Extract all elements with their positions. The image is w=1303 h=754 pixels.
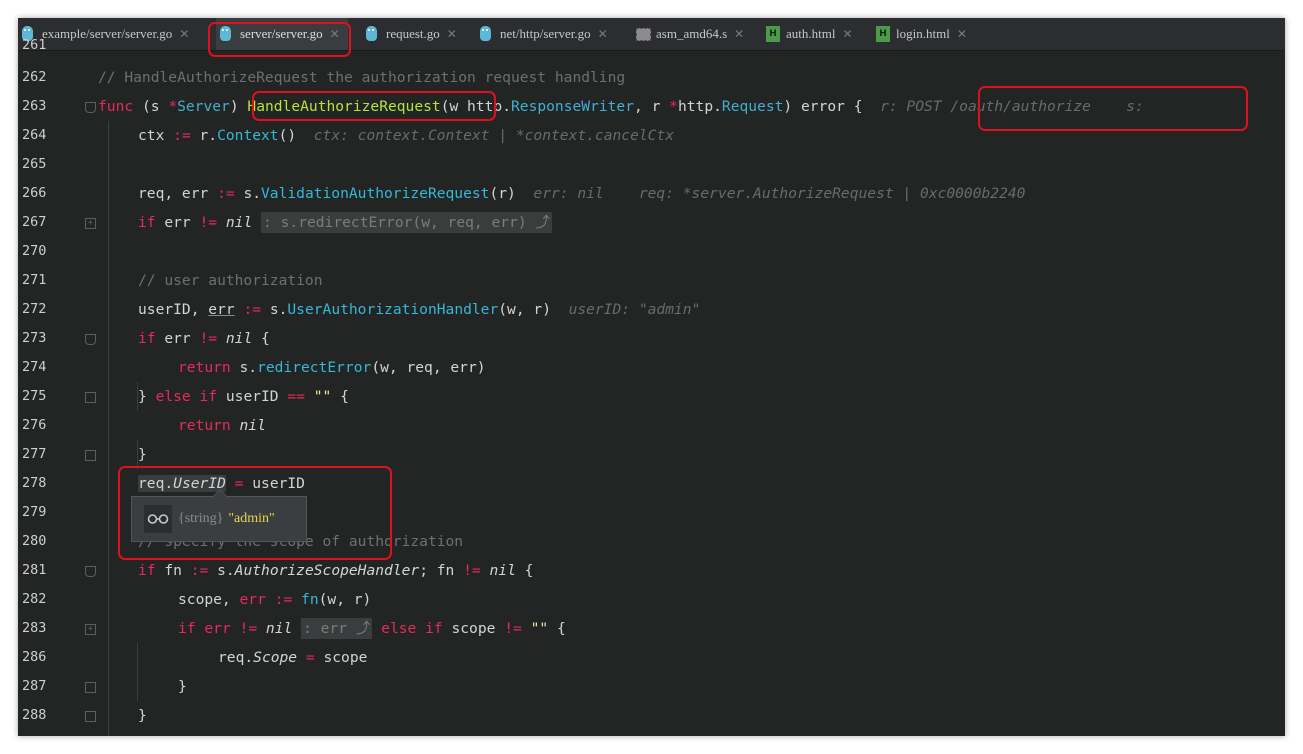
line-number: 275	[22, 388, 47, 404]
code-editor[interactable]: 261 262 263 264 265 266 267 270 271 272 …	[18, 37, 1285, 736]
tooltip-type: {string}	[178, 511, 224, 526]
tab-label: example/server/server.go	[42, 26, 173, 41]
line-number: 276	[22, 417, 47, 433]
fold-toggle-icon[interactable]	[85, 334, 96, 345]
line-number: 273	[22, 330, 47, 346]
tab-label: asm_amd64.s	[656, 26, 728, 41]
code-line-271: // user authorization	[138, 272, 323, 289]
tab-auth-html[interactable]: H auth.html ✕	[766, 18, 853, 50]
code-line-267: if err != nil : s.redirectError(w, req, …	[138, 212, 553, 233]
close-icon[interactable]: ✕	[598, 27, 608, 41]
line-number: 274	[22, 359, 47, 375]
code-line-273: if err != nil {	[138, 330, 270, 347]
line-number: 287	[22, 678, 47, 694]
code-line-272: userID, err := s.UserAuthorizationHandle…	[138, 301, 701, 318]
tab-request-go[interactable]: request.go ✕	[366, 18, 457, 50]
function-name: HandleAuthorizeRequest	[247, 98, 441, 115]
tab-label: server/server.go	[240, 26, 323, 41]
editor-tab-bar: example/server/server.go ✕ server/server…	[18, 18, 1285, 51]
tab-server-server-go[interactable]: server/server.go ✕	[216, 18, 348, 50]
inline-debug-value: err: nil req: *server.AuthorizeRequest |…	[533, 185, 1026, 202]
fold-toggle-icon[interactable]	[85, 450, 96, 461]
close-icon[interactable]: ✕	[842, 27, 852, 41]
gopher-icon	[366, 26, 380, 42]
line-number: 264	[22, 127, 47, 143]
fold-toggle-icon[interactable]	[85, 392, 96, 403]
code-line-264: ctx := r.Context() ctx: context.Context …	[138, 127, 674, 144]
fold-toggle-icon[interactable]	[85, 682, 96, 693]
tab-login-html[interactable]: H login.html ✕	[876, 18, 967, 50]
code-line-266: req, err := s.ValidationAuthorizeRequest…	[138, 185, 1026, 202]
code-line-276: return nil	[178, 417, 266, 434]
line-number: 281	[22, 562, 47, 578]
line-number: 267	[22, 214, 47, 230]
code-line-283: if err != nil : err ⤴ else if scope != "…	[178, 618, 566, 639]
line-number: 283	[22, 620, 47, 636]
code-line-288: }	[138, 707, 147, 724]
inline-debug-value: ctx: context.Context | *context.cancelCt…	[313, 127, 674, 144]
line-number: 282	[22, 591, 47, 607]
line-number: 272	[22, 301, 47, 317]
line-number: 277	[22, 446, 47, 462]
code-line-275: } else if userID == "" {	[138, 388, 349, 405]
line-number: 266	[22, 185, 47, 201]
html-file-icon: H	[876, 26, 890, 42]
line-number: 263	[22, 98, 47, 114]
code-line-263: func (s *Server) HandleAuthorizeRequest(…	[98, 98, 1144, 115]
line-number: 271	[22, 272, 47, 288]
code-line-262: // HandleAuthorizeRequest the authorizat…	[98, 69, 626, 86]
tooltip-value: "admin"	[228, 511, 275, 526]
line-number: 279	[22, 504, 47, 520]
line-number: 270	[22, 243, 47, 259]
fold-expand-icon[interactable]: +	[85, 218, 96, 229]
gopher-icon	[480, 26, 494, 42]
collapsed-block[interactable]: : err ⤴	[301, 618, 373, 639]
line-number: 262	[22, 69, 47, 85]
inline-debug-value: userID: "admin"	[568, 301, 701, 318]
indent-guide	[108, 121, 109, 736]
tab-label: login.html	[896, 26, 950, 41]
line-number: 280	[22, 533, 47, 549]
code-line-286: req.Scope = scope	[218, 649, 368, 666]
inline-debug-value: r: POST /oauth/authorize s:	[880, 98, 1144, 115]
line-number: 261	[22, 37, 47, 53]
close-icon[interactable]: ✕	[447, 27, 457, 41]
line-number: 286	[22, 649, 47, 665]
collapsed-block[interactable]: : s.redirectError(w, req, err) ⤴	[261, 212, 553, 233]
tab-label: request.go	[386, 26, 440, 41]
close-icon[interactable]: ✕	[957, 27, 967, 41]
code-line-282: scope, err := fn(w, r)	[178, 591, 372, 608]
code-line-281: if fn := s.AuthorizeScopeHandler; fn != …	[138, 562, 534, 579]
tab-label: net/http/server.go	[500, 26, 591, 41]
close-icon[interactable]: ✕	[179, 27, 189, 41]
close-icon[interactable]: ✕	[330, 27, 340, 41]
fold-toggle-icon[interactable]	[85, 711, 96, 722]
code-line-274: return s.redirectError(w, req, err)	[178, 359, 486, 376]
fold-expand-icon[interactable]: +	[85, 624, 96, 635]
debug-value-tooltip[interactable]: {string} "admin"	[131, 489, 307, 542]
line-number: 288	[22, 707, 47, 723]
tab-net-http-server-go[interactable]: net/http/server.go ✕	[480, 18, 608, 50]
line-number: 265	[22, 156, 47, 172]
code-line-277: }	[138, 446, 147, 463]
fold-toggle-icon[interactable]	[85, 102, 96, 113]
fold-toggle-icon[interactable]	[85, 566, 96, 577]
gopher-icon	[220, 26, 234, 42]
line-number: 278	[22, 475, 47, 491]
tab-label: auth.html	[786, 26, 836, 41]
glasses-icon[interactable]	[144, 505, 172, 533]
tab-asm-amd64-s[interactable]: asm_amd64.s ✕	[636, 18, 744, 50]
asm-file-icon	[636, 26, 651, 42]
ide-window: example/server/server.go ✕ server/server…	[18, 18, 1285, 736]
indent-guide	[137, 643, 138, 701]
code-line-287: }	[178, 678, 187, 695]
html-file-icon: H	[766, 26, 780, 42]
close-icon[interactable]: ✕	[734, 27, 744, 41]
